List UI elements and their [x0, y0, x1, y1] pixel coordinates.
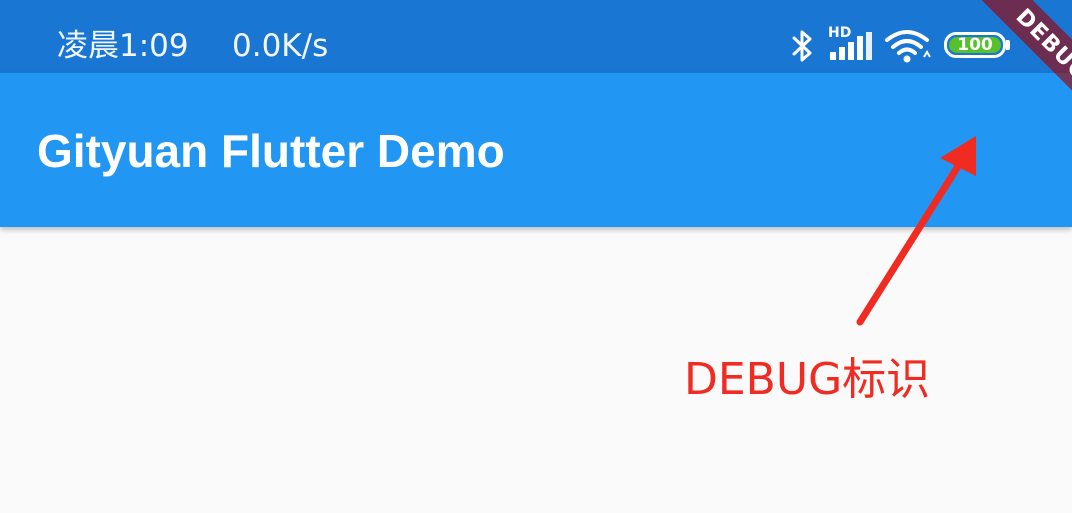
network-speed: 0.0K/s — [232, 28, 329, 64]
status-time: 凌晨1:09 — [57, 28, 189, 64]
battery-fill: 100 — [949, 35, 1001, 55]
app-title: Gityuan Flutter Demo — [37, 125, 505, 177]
phone-screen: 凌晨1:09 0.0K/s HD 100 Gityuan Flutter Dem… — [0, 0, 1072, 513]
battery-tip — [1006, 40, 1010, 50]
bluetooth-icon — [792, 30, 812, 62]
annotation-label: DEBUG标识 — [684, 354, 931, 405]
wifi-icon — [885, 30, 931, 63]
cellular-signal-icon — [830, 32, 872, 60]
annotation-arrow-icon — [856, 136, 976, 326]
battery-level: 100 — [957, 35, 993, 55]
battery-icon: 100 — [944, 32, 1006, 58]
status-bar: 凌晨1:09 0.0K/s HD 100 — [0, 0, 1072, 73]
